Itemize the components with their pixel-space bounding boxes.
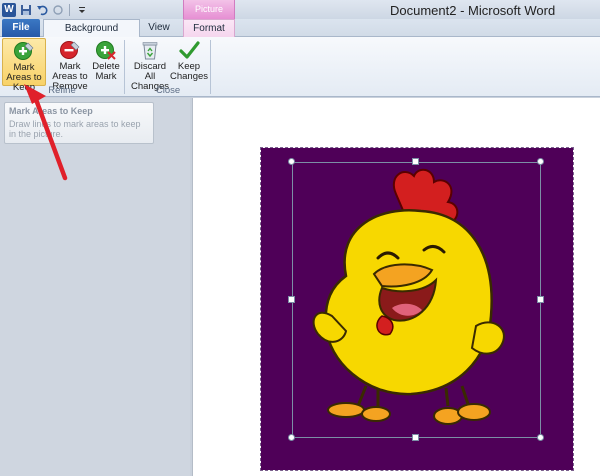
delete-mark-label: Delete Mark [92,61,120,82]
close-group-label: Close [155,85,181,96]
group-separator [124,40,125,94]
save-icon[interactable] [19,3,32,16]
tab-background-removal[interactable]: Background Removal [43,19,140,51]
selection-marquee[interactable] [292,162,541,438]
toolbar-separator [69,3,70,16]
word-app-icon[interactable]: W [2,2,16,17]
window-title: Document2 - Microsoft Word [390,3,556,18]
plus-pencil-icon [13,40,35,62]
group-separator [210,40,211,94]
checkmark-icon [178,39,200,61]
keep-changes-label: Keep Changes [170,61,209,82]
resize-handle-bottom-right[interactable] [537,434,544,441]
ribbon-tabs: File Background Removal View Format [0,19,600,51]
discard-all-changes-button[interactable]: Discard All Changes [128,38,172,92]
resize-handle-right[interactable] [537,296,544,303]
resize-handle-top[interactable] [412,158,419,165]
ribbon: Mark Areas to Keep Mark Areas to Remove … [0,37,600,97]
quick-access-toolbar: W [2,2,88,17]
resize-handle-left[interactable] [288,296,295,303]
undo-icon[interactable] [35,3,48,16]
redo-icon[interactable] [51,3,64,16]
resize-handle-top-right[interactable] [537,158,544,165]
tab-format[interactable]: Format [183,19,235,37]
resize-handle-bottom[interactable] [412,434,419,441]
resize-handle-bottom-left[interactable] [288,434,295,441]
annotation-arrow-icon [24,84,68,181]
tab-file[interactable]: File [2,19,40,37]
resize-handle-top-left[interactable] [288,158,295,165]
delete-mark-icon [95,39,117,61]
customize-icon[interactable] [75,3,88,16]
recycle-bin-icon [139,39,161,61]
title-bar: W Picture Tools Document2 - Microsoft Wo… [0,0,600,33]
tab-view[interactable]: View [144,19,174,37]
delete-mark-button[interactable]: Delete Mark [92,38,120,86]
picture-tools-header: Picture Tools [183,0,235,33]
mark-areas-to-remove-button[interactable]: Mark Areas to Remove [48,38,92,92]
keep-changes-button[interactable]: Keep Changes [170,38,208,86]
mark-areas-to-keep-button[interactable]: Mark Areas to Keep [2,38,46,93]
minus-pencil-icon [59,39,81,61]
